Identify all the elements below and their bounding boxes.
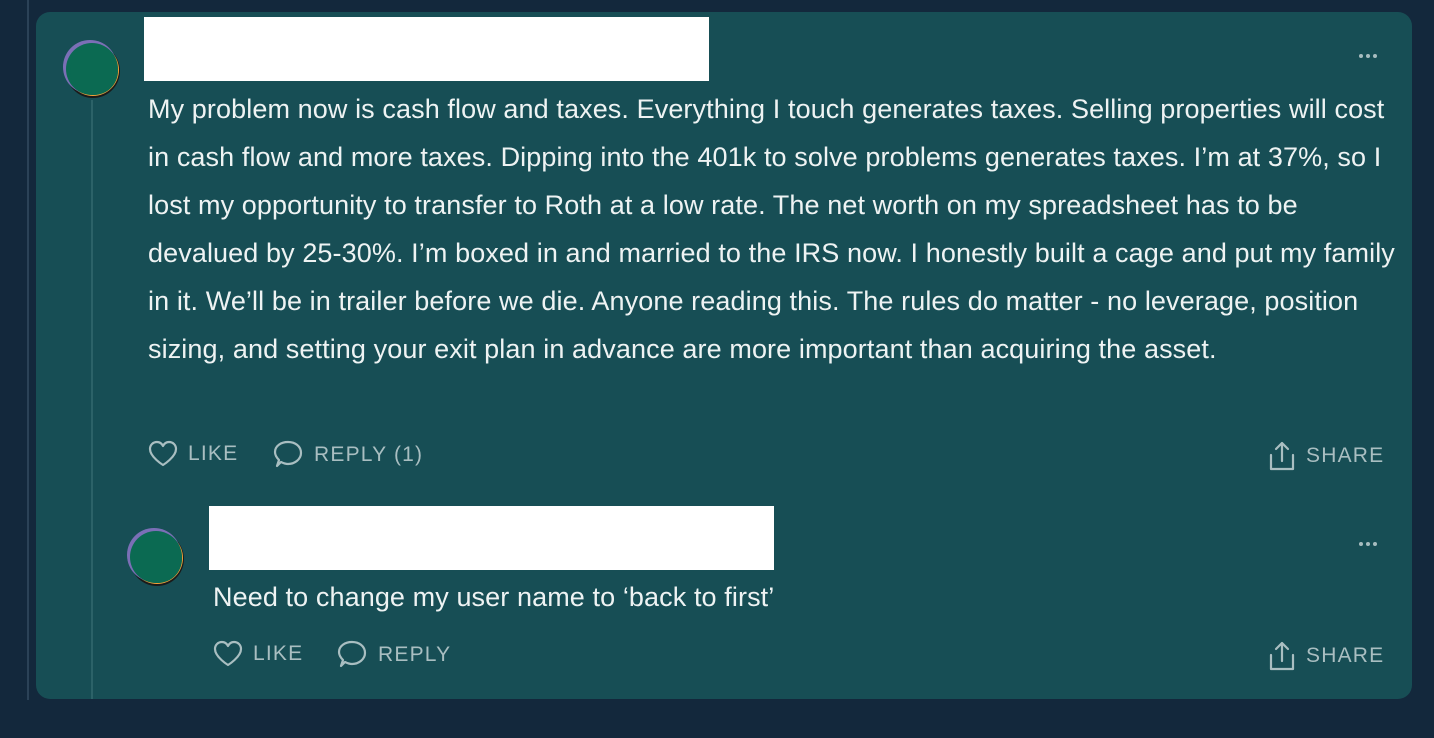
speech-bubble-icon (337, 640, 367, 668)
reply-reply-button[interactable]: REPLY (336, 640, 451, 670)
avatar-image (63, 40, 120, 98)
reply-label: REPLY (1) (314, 443, 424, 466)
like-label: LIKE (188, 442, 239, 465)
reply-button[interactable]: REPLY (1) (272, 440, 423, 470)
share-icon (1269, 441, 1295, 471)
like-button[interactable]: LIKE (148, 440, 238, 468)
reply-avatar[interactable] (125, 526, 185, 586)
share-button[interactable]: SHARE (1268, 440, 1384, 472)
heart-icon (213, 640, 243, 667)
more-options-icon[interactable] (1353, 46, 1383, 66)
reply-share-button[interactable]: SHARE (1268, 640, 1384, 672)
avatar[interactable] (61, 38, 121, 98)
comment-card: My problem now is cash flow and taxes. E… (36, 12, 1412, 699)
reply-thread-line (91, 100, 93, 699)
author-name[interactable] (144, 17, 709, 81)
heart-icon (148, 440, 178, 467)
reply-label: REPLY (378, 643, 452, 666)
outer-thread-line (27, 0, 29, 700)
avatar-image (127, 528, 184, 586)
share-label: SHARE (1306, 644, 1385, 667)
comment-body: My problem now is cash flow and taxes. E… (148, 94, 1395, 364)
reply-body: Need to change my user name to ‘back to … (213, 582, 775, 612)
share-label: SHARE (1306, 444, 1385, 467)
reply-like-button[interactable]: LIKE (213, 640, 303, 668)
speech-bubble-icon (273, 440, 303, 468)
reply-author-name[interactable] (209, 506, 774, 570)
share-icon (1269, 641, 1295, 671)
like-label: LIKE (253, 642, 304, 665)
more-options-icon[interactable] (1353, 534, 1383, 554)
